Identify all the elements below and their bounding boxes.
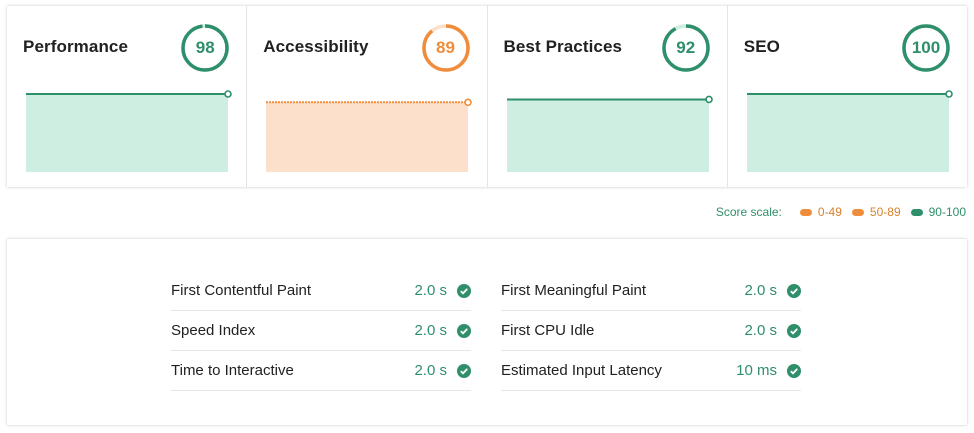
graph-end-dot xyxy=(224,90,232,98)
scale-item-average: 50-89 xyxy=(851,205,901,219)
score-value: 100 xyxy=(911,38,941,57)
score-gauge: 92 xyxy=(661,23,711,73)
score-graph xyxy=(506,92,713,172)
card-title: Best Practices xyxy=(503,37,623,56)
graph-area xyxy=(506,99,709,172)
check-circle-icon xyxy=(457,324,471,338)
metric-row: First Meaningful Paint 2.0 s xyxy=(501,271,801,311)
scale-swatch-icon xyxy=(851,208,864,216)
metric-value: 2.0 s xyxy=(414,362,447,379)
metric-row: First CPU Idle 2.0 s xyxy=(501,311,801,351)
score-gauge: 89 xyxy=(421,23,471,73)
metric-value: 10 ms xyxy=(736,362,777,379)
scale-item-label: 0-49 xyxy=(817,205,842,219)
graph-area xyxy=(746,94,949,172)
metric-value: 2.0 s xyxy=(414,322,447,339)
metric-value: 2.0 s xyxy=(744,282,777,299)
graph-end-dot xyxy=(464,98,473,107)
card-seo[interactable]: SEO 100 xyxy=(728,6,967,187)
card-title: Accessibility xyxy=(263,37,369,56)
score-value: 98 xyxy=(195,38,215,57)
score-graph xyxy=(746,90,953,172)
card-title: SEO xyxy=(743,37,780,56)
metric-row: Estimated Input Latency 10 ms xyxy=(501,351,801,391)
score-scale-legend: Score scale: 0-49 50-89 90-100 xyxy=(716,205,966,219)
scale-item-label: 50-89 xyxy=(869,205,901,219)
score-value: 92 xyxy=(676,38,696,57)
score-cards: Performance 98 Accessibility 89 Best Pra… xyxy=(7,6,967,187)
graph-area xyxy=(266,102,469,172)
metric-value: 2.0 s xyxy=(744,322,777,339)
graph-area xyxy=(26,94,228,172)
card-title: Performance xyxy=(23,37,129,56)
metrics-panel: First Contentful Paint 2.0 s Speed Index… xyxy=(7,239,967,425)
metric-row: Speed Index 2.0 s xyxy=(171,311,471,351)
score-gauge: 100 xyxy=(901,23,951,73)
card-performance[interactable]: Performance 98 xyxy=(7,6,248,187)
check-circle-icon xyxy=(457,284,471,298)
metric-label: First Contentful Paint xyxy=(171,282,312,299)
card-accessibility[interactable]: Accessibility 89 xyxy=(247,6,488,187)
card-best-practices[interactable]: Best Practices 92 xyxy=(488,6,728,187)
metric-label: First Meaningful Paint xyxy=(501,282,647,299)
metrics-column-right: First Meaningful Paint 2.0 s First CPU I… xyxy=(501,271,801,391)
metric-row: First Contentful Paint 2.0 s xyxy=(171,271,471,311)
scale-swatch-icon xyxy=(910,208,923,216)
graph-end-dot xyxy=(704,95,713,104)
score-gauge: 98 xyxy=(180,23,230,73)
metric-label: Time to Interactive xyxy=(171,362,294,379)
score-graph xyxy=(26,90,232,172)
metrics-column-left: First Contentful Paint 2.0 s Speed Index… xyxy=(171,271,471,391)
graph-end-dot xyxy=(944,90,953,98)
metric-label: Speed Index xyxy=(171,322,256,339)
scale-item-fail: 0-49 xyxy=(799,205,842,219)
scale-swatch-icon xyxy=(799,208,812,216)
scale-item-pass: 90-100 xyxy=(910,205,966,219)
score-graph xyxy=(266,92,473,172)
score-value: 89 xyxy=(436,38,455,57)
metric-label: Estimated Input Latency xyxy=(501,362,662,379)
metric-label: First CPU Idle xyxy=(501,322,595,339)
scale-item-label: 90-100 xyxy=(928,205,966,219)
check-circle-icon xyxy=(457,364,471,378)
score-scale-label: Score scale: xyxy=(715,205,782,219)
metric-value: 2.0 s xyxy=(414,282,447,299)
check-circle-icon xyxy=(787,324,801,338)
metric-row: Time to Interactive 2.0 s xyxy=(171,351,471,391)
check-circle-icon xyxy=(787,284,801,298)
check-circle-icon xyxy=(787,364,801,378)
